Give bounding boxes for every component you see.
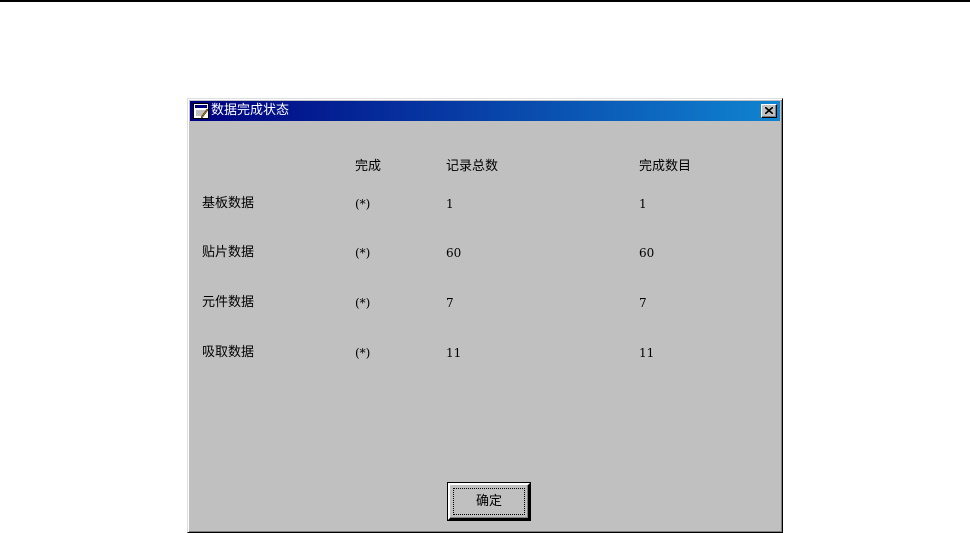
row-count-placement: 60 — [639, 246, 655, 260]
row-done-substrate: (*) — [355, 197, 371, 211]
row-done-pickup: (*) — [355, 346, 371, 360]
row-label-pickup: 吸取数据 — [202, 345, 255, 360]
row-total-placement: 60 — [446, 246, 462, 260]
row-count-substrate: 1 — [639, 197, 647, 211]
row-count-pickup: 11 — [639, 346, 655, 360]
row-label-placement: 贴片数据 — [202, 245, 255, 260]
status-table: 完成 记录总数 完成数目 基板数据 (*) 1 1 贴片数据 (*) 60 60… — [188, 99, 782, 532]
ok-button-label: 确定 — [475, 494, 502, 509]
row-count-component: 7 — [639, 296, 647, 310]
row-done-component: (*) — [355, 296, 371, 310]
row-done-placement: (*) — [355, 246, 371, 260]
column-header-total: 记录总数 — [446, 159, 499, 174]
data-completion-dialog: 数据完成状态 完成 记录总数 完成数目 基板数据 (*) 1 1 贴片数据 (*… — [187, 98, 783, 533]
row-total-pickup: 11 — [446, 346, 462, 360]
top-divider — [0, 0, 970, 2]
row-label-component: 元件数据 — [202, 295, 255, 310]
column-header-count: 完成数目 — [639, 159, 692, 174]
row-label-substrate: 基板数据 — [202, 196, 255, 211]
row-total-component: 7 — [446, 296, 454, 310]
row-total-substrate: 1 — [446, 197, 454, 211]
ok-button[interactable]: 确定 — [448, 483, 530, 520]
column-header-done: 完成 — [355, 159, 382, 174]
